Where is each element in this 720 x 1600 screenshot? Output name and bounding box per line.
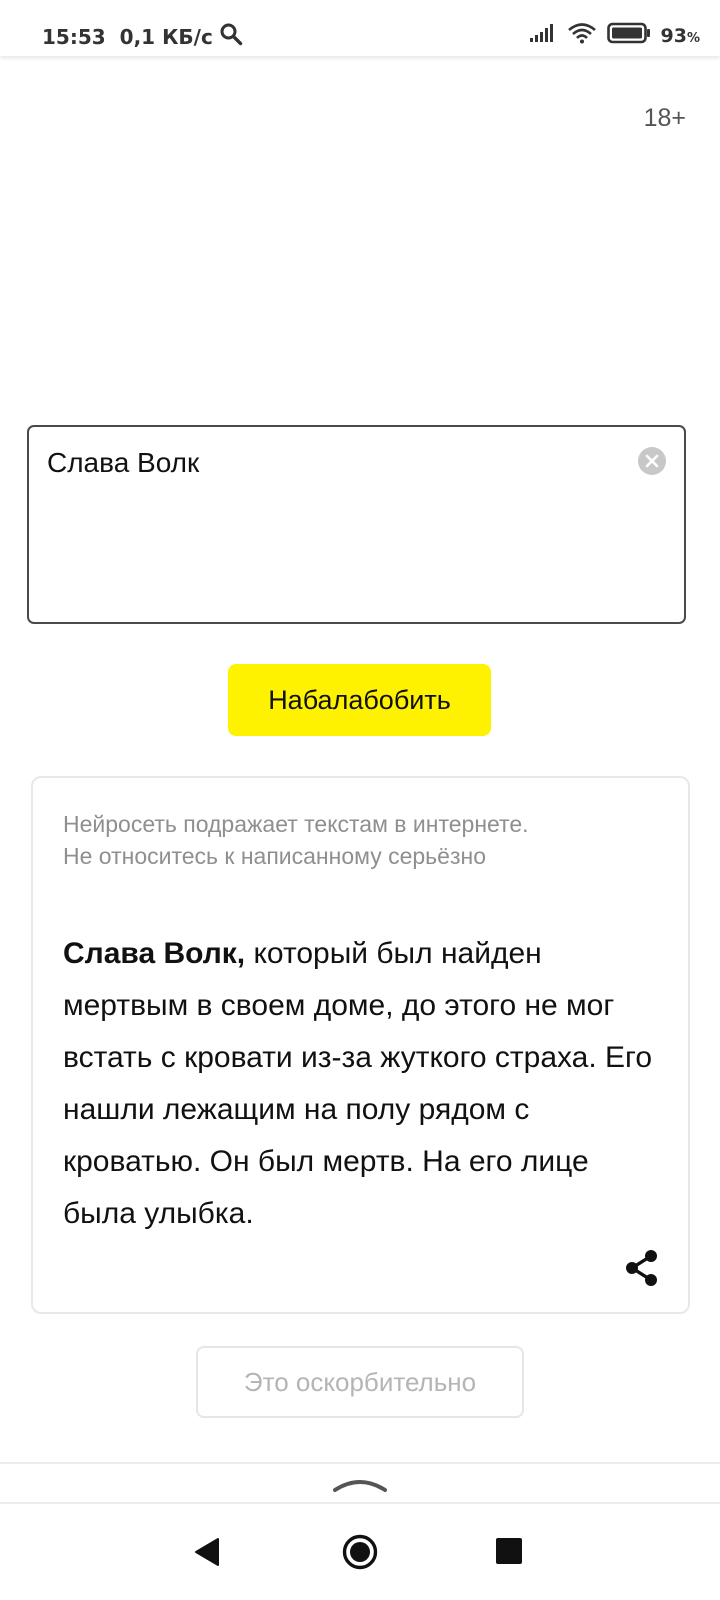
- battery-percent-sign: %: [686, 30, 700, 46]
- age-rating: 18+: [643, 104, 686, 132]
- status-time: 15:53: [42, 24, 106, 49]
- status-bar: 15:53 0,1 КБ/с 93%: [0, 0, 720, 56]
- status-right: 93%: [529, 22, 700, 49]
- battery-icon: [606, 22, 651, 49]
- network-speed: 0,1 КБ/с: [119, 24, 213, 49]
- chevron-up-icon[interactable]: [333, 1474, 387, 1494]
- disclaimer-line-2: Не относитесь к написанному серьёзно: [63, 843, 486, 869]
- wifi-icon: [567, 22, 597, 49]
- battery-value: 93: [660, 24, 687, 47]
- search-icon: [219, 22, 243, 51]
- battery-percent: 93%: [661, 25, 700, 47]
- disclaimer-line-1: Нейросеть подражает текстам в интернете.: [63, 811, 529, 837]
- share-icon[interactable]: [622, 1248, 662, 1288]
- recents-icon[interactable]: [496, 1538, 522, 1564]
- navigation-bar: [0, 1504, 720, 1600]
- generated-text: Слава Волк, который был найден мертвым в…: [63, 928, 663, 1240]
- signal-icon: [529, 23, 557, 48]
- back-icon[interactable]: [192, 1536, 222, 1568]
- prompt-input-value[interactable]: Слава Волк: [47, 447, 199, 479]
- home-icon[interactable]: [342, 1534, 378, 1570]
- generated-text-body: который был найден мертвым в своем доме,…: [63, 937, 652, 1230]
- generate-button[interactable]: Набалабобить: [228, 664, 491, 736]
- disclaimer: Нейросеть подражает текстам в интернете.…: [63, 808, 663, 872]
- status-left: 15:53 0,1 КБ/с: [42, 22, 243, 51]
- generated-text-prefix: Слава Волк,: [63, 937, 246, 970]
- bottom-sheet-handle[interactable]: [0, 1462, 720, 1502]
- clear-icon[interactable]: [638, 447, 666, 475]
- report-offensive-button[interactable]: Это оскорбительно: [196, 1346, 524, 1418]
- prompt-input[interactable]: Слава Волк: [27, 425, 686, 624]
- result-card: Нейросеть подражает текстам в интернете.…: [31, 776, 690, 1314]
